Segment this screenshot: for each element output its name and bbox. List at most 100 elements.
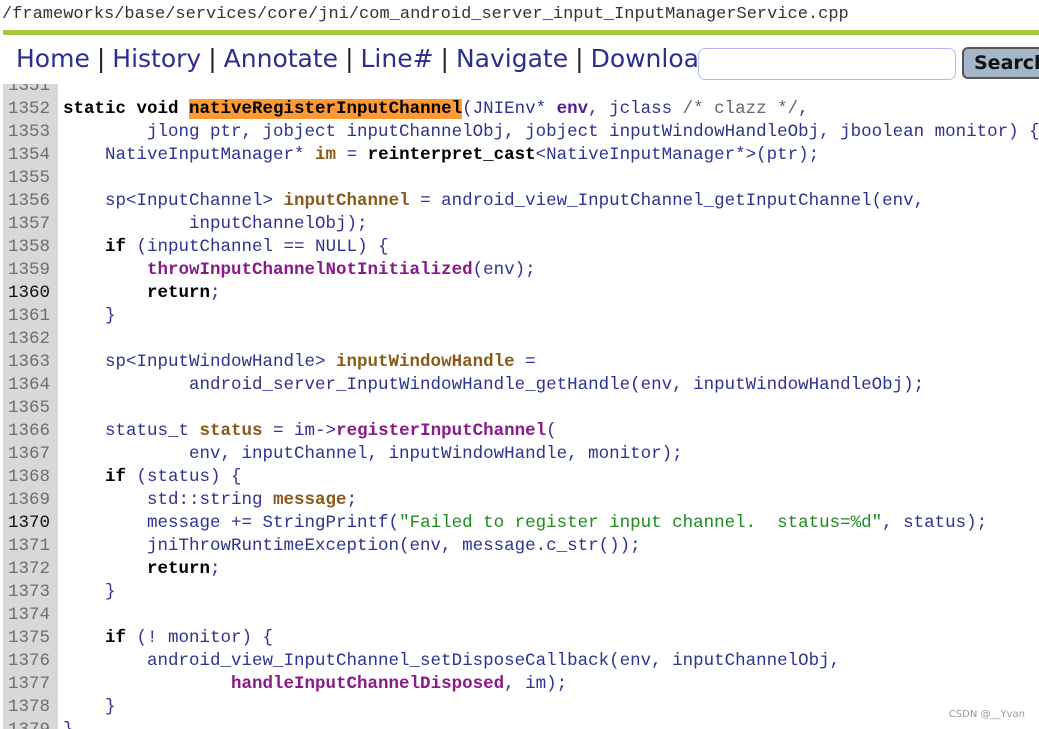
line-number-link[interactable]: 1373 (8, 581, 58, 604)
search-highlight[interactable]: nativeRegisterInputChannel (189, 98, 463, 119)
code-line: 1375 if (! monitor) { (3, 627, 1039, 650)
code-line: 1371 jniThrowRuntimeException(env, messa… (3, 535, 1039, 558)
line-number-link[interactable]: 1362 (8, 328, 58, 351)
line-number-link[interactable]: 1351 (8, 84, 58, 98)
line-number-link[interactable]: 1371 (8, 535, 58, 558)
line-number-link[interactable]: 1376 (8, 650, 58, 673)
line-number-link[interactable]: 1360 (8, 282, 58, 305)
line-number-link[interactable]: 1354 (8, 144, 58, 167)
line-number-link[interactable]: 1355 (8, 167, 58, 190)
code-text: sp<InputChannel> inputChannel = android_… (63, 190, 924, 213)
comment: /* clazz */ (682, 98, 799, 119)
file-path-breadcrumb[interactable]: /frameworks/base/services/core/jni/com_a… (2, 5, 849, 24)
search-input[interactable] (698, 48, 956, 80)
line-number-link[interactable]: 1375 (8, 627, 58, 650)
line-number-link[interactable]: 1365 (8, 397, 58, 420)
keyword: static void (63, 98, 190, 119)
declaration[interactable]: inputChannel (284, 191, 410, 211)
line-number-link[interactable]: 1377 (8, 673, 58, 696)
code-token: ; (210, 282, 221, 303)
declaration[interactable]: inputWindowHandle (336, 352, 515, 372)
code-token: (status) { (126, 466, 242, 487)
code-line: 1356 sp<InputChannel> inputChannel = and… (3, 190, 1039, 213)
function-name[interactable]: registerInputChannel (336, 421, 546, 441)
code-line: 1360 return; (3, 282, 1039, 305)
line-number-link[interactable]: 1352 (8, 98, 58, 121)
code-token: jniThrowRuntimeException(env, message.c_… (63, 535, 641, 556)
nav-link-history[interactable]: History (112, 44, 201, 73)
line-number-link[interactable]: 1370 (8, 512, 58, 535)
code-token: } (63, 305, 116, 326)
code-line: 1376 android_view_InputChannel_setDispos… (3, 650, 1039, 673)
code-token: inputChannelObj); (63, 213, 368, 234)
keyword: if (105, 466, 127, 487)
line-number-link[interactable]: 1367 (8, 443, 58, 466)
code-text: } (63, 305, 116, 328)
function-name[interactable]: handleInputChannelDisposed (231, 674, 504, 694)
code-text: } (63, 696, 116, 719)
line-number-link[interactable]: 1372 (8, 558, 58, 581)
code-line: 1364 android_server_InputWindowHandle_ge… (3, 374, 1039, 397)
line-number-link[interactable]: 1353 (8, 121, 58, 144)
code-line: 1361 } (3, 305, 1039, 328)
code-token: sp<InputChannel> (63, 190, 284, 211)
code-token: = (514, 351, 536, 372)
declaration[interactable]: status (200, 421, 263, 441)
code-line: 1357 inputChannelObj); (3, 213, 1039, 236)
line-number-link[interactable]: 1366 (8, 420, 58, 443)
code-token: (env); (472, 259, 536, 280)
code-text: return; (63, 282, 221, 305)
code-text: throwInputChannelNotInitialized(env); (63, 259, 536, 282)
nav-link-line[interactable]: Line# (361, 44, 434, 73)
code-token: = android_view_InputChannel_getInputChan… (409, 190, 925, 211)
code-token: ( (546, 420, 557, 441)
line-number-link[interactable]: 1356 (8, 190, 58, 213)
line-number-link[interactable]: 1364 (8, 374, 58, 397)
code-line: 1358 if (inputChannel == NULL) { (3, 236, 1039, 259)
nav-link-navigate[interactable]: Navigate (456, 44, 568, 73)
code-token: (inputChannel == NULL) { (126, 236, 389, 257)
code-line: 1352 static void nativeRegisterInputChann… (3, 98, 1039, 121)
declaration[interactable]: im (315, 145, 336, 165)
line-number-link[interactable]: 1368 (8, 466, 58, 489)
keyword: reinterpret_cast (367, 144, 536, 165)
code-line: 1374 (3, 604, 1039, 627)
code-text: jniThrowRuntimeException(env, message.c_… (63, 535, 641, 558)
code-line: 1372 return; (3, 558, 1039, 581)
code-text: jlong ptr, jobject inputChannelObj, jobj… (63, 121, 1039, 144)
keyword: return (147, 558, 211, 579)
nav-separator: | (575, 44, 584, 73)
code-text: NativeInputManager* im = reinterpret_cas… (63, 144, 819, 167)
nav-separator: | (440, 44, 449, 73)
line-number-link[interactable]: 1374 (8, 604, 58, 627)
line-number-link[interactable]: 1361 (8, 305, 58, 328)
code-token: <NativeInputManager*>(ptr); (535, 144, 820, 165)
search-button[interactable]: Search (962, 47, 1039, 79)
nav-bar: Home | History | Annotate | Line# | Navigate | Dow… (16, 44, 715, 73)
nav-link-download[interactable]: Download (591, 44, 715, 73)
line-number-link[interactable]: 1378 (8, 696, 58, 719)
keyword: if (105, 236, 127, 257)
nav-link-annotate[interactable]: Annotate (224, 44, 338, 73)
line-number-link[interactable]: 1359 (8, 259, 58, 282)
line-number-link[interactable]: 1363 (8, 351, 58, 374)
line-number-link[interactable]: 1369 (8, 489, 58, 512)
code-token: } (63, 720, 74, 729)
nav-separator: | (345, 44, 354, 73)
function-name[interactable]: throwInputChannelNotInitialized (147, 260, 473, 280)
line-number-link[interactable]: 1357 (8, 213, 58, 236)
line-number-link[interactable]: 1379 (8, 719, 58, 729)
line-number-link[interactable]: 1358 (8, 236, 58, 259)
code-line: 1363 sp<InputWindowHandle> inputWindowHa… (3, 351, 1039, 374)
nav-separator: | (208, 44, 217, 73)
code-line: 1370 message += StringPrintf("Failed to … (3, 512, 1039, 535)
code-line: 1355 (3, 167, 1039, 190)
code-text: return; (63, 558, 221, 581)
code-token: , im); (504, 673, 568, 694)
declaration[interactable]: message (273, 490, 347, 510)
nav-link-home[interactable]: Home (16, 44, 90, 73)
